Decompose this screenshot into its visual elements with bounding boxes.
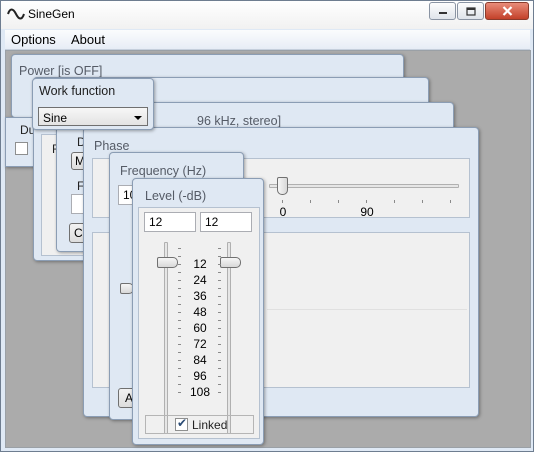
level-tick <box>178 280 181 281</box>
level-tick <box>178 368 181 369</box>
level-tick <box>218 368 221 369</box>
level-tick <box>178 392 181 393</box>
level-scale-label: 108 <box>189 385 211 399</box>
minimize-button[interactable] <box>429 2 456 20</box>
level-tick <box>178 336 181 337</box>
level-tick <box>218 392 221 393</box>
phase-tick <box>282 200 283 203</box>
level-tick <box>218 328 221 329</box>
level-scale-label: 36 <box>193 289 207 303</box>
duration-checkbox[interactable] <box>15 142 28 155</box>
menu-about[interactable]: About <box>71 32 105 47</box>
level-tick <box>218 336 221 337</box>
level-left-field[interactable]: 12 <box>144 212 196 232</box>
linked-checkbox[interactable]: ✔ <box>175 416 188 431</box>
phase-tick <box>422 200 423 203</box>
phase-panel-title: Phase <box>94 139 130 153</box>
sine-wave-icon <box>7 8 25 20</box>
level-tick <box>218 280 221 281</box>
level-tick <box>218 344 221 345</box>
level-left-thumb[interactable] <box>157 257 178 268</box>
work-function-panel[interactable]: Work function Sine <box>32 78 154 130</box>
linked-label: Linked <box>192 418 228 432</box>
level-tick <box>218 264 221 265</box>
level-tick <box>178 320 181 321</box>
level-tick <box>218 376 221 377</box>
level-tick <box>178 256 181 257</box>
level-right-field[interactable]: 12 <box>200 212 252 232</box>
level-tick <box>218 384 221 385</box>
menu-bar: Options About <box>5 30 530 50</box>
checkmark-icon: ✔ <box>177 416 188 430</box>
level-scale-label: 60 <box>193 321 207 335</box>
level-tick <box>218 296 221 297</box>
level-scale-label: 84 <box>193 353 207 367</box>
level-scale-label: 96 <box>193 369 207 383</box>
level-tick <box>178 360 181 361</box>
power-panel-title: Power [is OFF] <box>19 64 103 78</box>
frequency-panel-title: Frequency (Hz) <box>120 164 207 178</box>
level-tick <box>218 312 221 313</box>
level-left-track[interactable] <box>164 242 168 434</box>
level-tick <box>178 352 181 353</box>
level-tick <box>218 304 221 305</box>
phase-tick <box>394 200 395 203</box>
phase-divider <box>267 309 467 310</box>
level-panel[interactable]: Level (-dB) 12 12 12 24 36 48 60 72 84 9… <box>132 178 264 445</box>
maximize-icon <box>465 6 476 16</box>
app-window: SineGen Options About Power [is OFF] On … <box>0 0 534 452</box>
maximize-button[interactable] <box>457 2 484 20</box>
level-right-thumb[interactable] <box>220 257 241 268</box>
level-scale-label: 24 <box>193 273 207 287</box>
level-tick <box>178 312 181 313</box>
close-icon <box>502 6 512 16</box>
window-controls <box>429 2 529 20</box>
minimize-icon <box>438 12 447 14</box>
level-tick <box>178 264 181 265</box>
linked-group[interactable]: ✔ Linked <box>145 415 254 434</box>
channel-extra-label: C <box>74 226 83 240</box>
phase-tick <box>450 200 451 203</box>
work-function-select[interactable]: Sine <box>38 107 148 126</box>
phase-scale-label: 90 <box>360 205 374 219</box>
level-tick <box>218 248 221 249</box>
phase-slider-track[interactable] <box>269 184 459 188</box>
level-body: 12 12 12 24 36 48 60 72 84 96 108 ✔ Link… <box>138 207 260 439</box>
level-tick <box>178 344 181 345</box>
work-function-selected: Sine <box>43 111 68 125</box>
phase-scale-label: 0 <box>279 205 287 219</box>
level-tick <box>218 256 221 257</box>
work-function-title: Work function <box>39 84 116 98</box>
level-scale-label: 72 <box>193 337 207 351</box>
level-tick <box>218 272 221 273</box>
window-title: SineGen <box>28 7 75 21</box>
level-tick <box>178 328 181 329</box>
level-tick <box>218 352 221 353</box>
level-tick <box>178 248 181 249</box>
level-panel-title: Level (-dB) <box>145 189 207 203</box>
level-tick <box>178 376 181 377</box>
level-left-value: 12 <box>149 215 163 229</box>
phase-tick <box>338 200 339 203</box>
level-right-value: 12 <box>205 215 219 229</box>
level-tick <box>178 304 181 305</box>
level-tick <box>218 288 221 289</box>
phase-slider-thumb[interactable] <box>277 177 288 195</box>
title-bar[interactable]: SineGen <box>1 1 533 29</box>
level-right-track[interactable] <box>227 242 231 434</box>
phase-tick <box>310 200 311 203</box>
level-scale-label: 12 <box>193 257 207 271</box>
chevron-down-icon <box>134 116 142 120</box>
level-scale-label: 48 <box>193 305 207 319</box>
level-tick <box>178 384 181 385</box>
sample-rate-title: 96 kHz, stereo] <box>197 114 282 128</box>
level-tick <box>218 320 221 321</box>
level-tick <box>218 360 221 361</box>
menu-options[interactable]: Options <box>11 32 56 47</box>
level-tick <box>178 288 181 289</box>
phase-tick <box>366 200 367 203</box>
level-tick <box>178 296 181 297</box>
level-tick <box>178 272 181 273</box>
close-button[interactable] <box>485 2 529 20</box>
